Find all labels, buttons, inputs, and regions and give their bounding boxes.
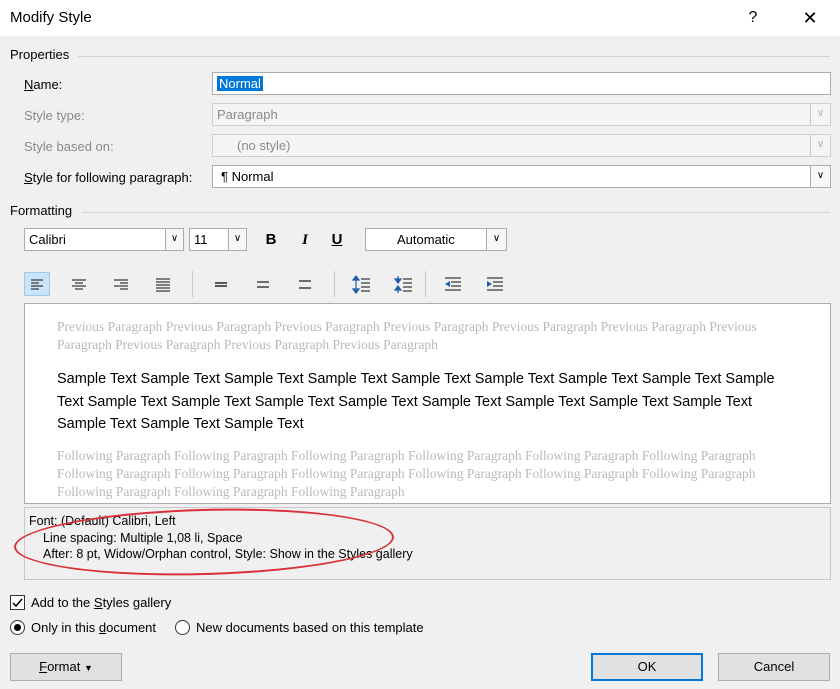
sample-text: Sample Text Sample Text Sample Text Samp…	[57, 371, 775, 432]
double-spacing-button[interactable]	[292, 272, 318, 296]
following-label: Style for following paragraph:	[24, 170, 193, 185]
double-spacing-icon	[299, 280, 311, 289]
name-value: Normal	[217, 76, 263, 91]
font-name-value: Calibri	[29, 232, 66, 247]
style-type-label: Style type:	[24, 108, 85, 123]
ok-button[interactable]: OK	[591, 653, 703, 681]
help-button[interactable]: ?	[735, 4, 771, 32]
formatting-divider	[82, 212, 830, 213]
properties-section-label: Properties	[10, 47, 70, 62]
radio-dot	[14, 624, 21, 631]
dialog-title: Modify Style	[10, 9, 92, 26]
add-to-gallery-checkbox[interactable]	[10, 595, 25, 610]
format-label: Format	[39, 659, 81, 674]
align-center-button[interactable]	[66, 272, 92, 296]
following-paragraph-text: Following Paragraph Following Paragraph …	[57, 448, 756, 499]
new-documents-radio[interactable]	[175, 620, 190, 635]
caret-down-icon: ▼	[83, 663, 93, 673]
chevron-down-icon[interactable]: ∨	[165, 229, 183, 250]
justify-icon	[156, 278, 170, 292]
based-on-select: (no style) ∨	[212, 134, 831, 157]
paragraph-spacing-down-icon	[393, 276, 412, 293]
new-documents-label: New documents based on this template	[196, 620, 424, 635]
format-button[interactable]: Format ▼	[10, 653, 122, 681]
toolbar-separator	[334, 271, 335, 297]
decrease-indent-icon	[445, 277, 461, 291]
following-value: Normal	[231, 169, 274, 184]
align-center-icon	[72, 279, 86, 290]
font-color-value: Automatic	[397, 232, 455, 247]
description-line-2: Line spacing: Multiple 1,08 li, Space	[43, 531, 243, 545]
toolbar-separator	[192, 271, 193, 297]
increase-indent-button[interactable]	[482, 272, 508, 296]
single-spacing-button[interactable]	[208, 272, 234, 296]
font-size-value: 11	[194, 232, 208, 247]
style-description: Font: (Default) Calibri, Left Line spaci…	[24, 507, 831, 580]
cancel-button[interactable]: Cancel	[718, 653, 830, 681]
only-this-document-label: Only in this document	[31, 620, 157, 635]
based-on-label: Style based on:	[24, 139, 114, 154]
font-size-combo[interactable]: 11 ∨	[189, 228, 247, 251]
font-color-combo[interactable]: Automatic ∨	[365, 228, 507, 251]
following-style-select[interactable]: ¶ Normal ∨	[212, 165, 831, 188]
align-right-button[interactable]	[108, 272, 134, 296]
only-this-document-radio[interactable]	[10, 620, 25, 635]
style-type-value: Paragraph	[217, 107, 278, 122]
based-on-value: (no style)	[237, 138, 291, 153]
pilcrow-icon: ¶	[221, 169, 228, 184]
name-field[interactable]: Normal	[212, 72, 831, 95]
font-name-combo[interactable]: Calibri ∨	[24, 228, 184, 251]
align-left-icon	[31, 279, 43, 290]
description-line-3: After: 8 pt, Widow/Orphan control, Style…	[43, 547, 413, 561]
underline-button[interactable]: U	[325, 228, 349, 252]
italic-button[interactable]: I	[293, 228, 317, 252]
properties-divider	[78, 56, 830, 57]
increase-indent-icon	[487, 277, 503, 291]
single-spacing-icon	[215, 282, 227, 287]
bold-button[interactable]: B	[259, 228, 283, 252]
chevron-down-icon: ∨	[810, 135, 830, 156]
increase-paragraph-spacing-button[interactable]	[349, 272, 375, 296]
add-to-gallery-label: Add to the Styles gallery	[31, 595, 172, 610]
justify-button[interactable]	[150, 272, 176, 296]
paragraph-spacing-up-icon	[351, 275, 370, 294]
title-bar: Modify Style ? ✕	[0, 0, 840, 36]
formatting-section-label: Formatting	[10, 203, 73, 218]
name-label: Name:	[24, 77, 63, 92]
align-left-button[interactable]	[24, 272, 50, 296]
chevron-down-icon[interactable]: ∨	[810, 166, 830, 187]
toolbar-separator	[425, 271, 426, 297]
chevron-down-icon[interactable]: ∨	[228, 229, 246, 250]
description-line-1: Font: (Default) Calibri, Left	[29, 514, 176, 528]
close-button[interactable]: ✕	[790, 4, 830, 32]
chevron-down-icon[interactable]: ∨	[486, 229, 506, 250]
checkmark-icon	[12, 598, 23, 608]
align-right-icon	[114, 279, 128, 290]
one-half-spacing-button[interactable]	[250, 272, 276, 296]
style-type-select: Paragraph ∨	[212, 103, 831, 126]
style-preview: Previous Paragraph Previous Paragraph Pr…	[24, 303, 831, 504]
chevron-down-icon: ∨	[810, 104, 830, 125]
decrease-paragraph-spacing-button[interactable]	[391, 272, 417, 296]
previous-paragraph-text: Previous Paragraph Previous Paragraph Pr…	[57, 319, 757, 352]
one-half-spacing-icon	[257, 281, 269, 288]
decrease-indent-button[interactable]	[440, 272, 466, 296]
